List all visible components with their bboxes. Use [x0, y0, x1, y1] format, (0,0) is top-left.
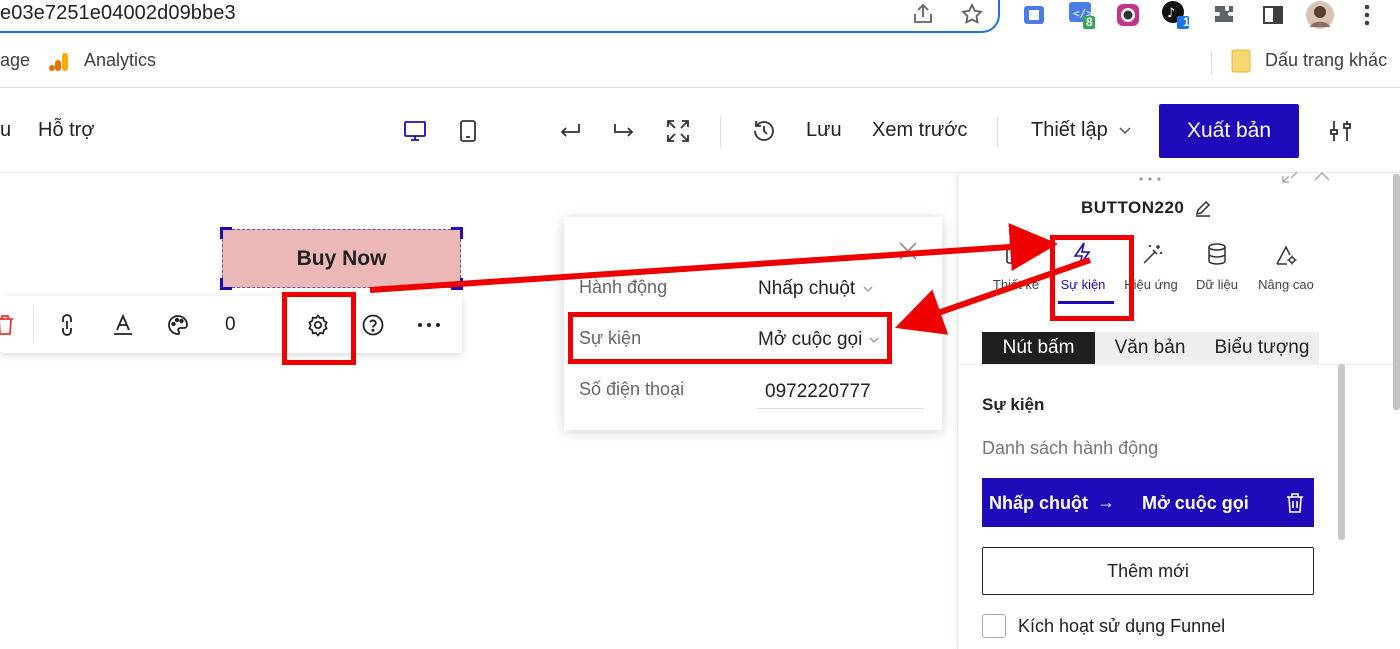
folder-icon: [1231, 49, 1251, 73]
redo-icon[interactable]: [610, 117, 638, 145]
tab-design[interactable]: Thiết kế: [986, 277, 1046, 292]
action-list-label: Danh sách hành động: [982, 438, 1159, 458]
settings-dropdown[interactable]: Thiết lập: [1031, 119, 1108, 142]
scrollbar-thumb[interactable]: [1338, 364, 1345, 540]
bookmarks-divider: [1211, 50, 1212, 74]
bookmark-star-icon[interactable]: [957, 0, 987, 29]
selection-handle[interactable]: [451, 278, 463, 290]
extension-color-icon[interactable]: [1113, 0, 1143, 30]
chevron-down-icon[interactable]: [863, 285, 873, 293]
url-text[interactable]: e03e7251e04002d09bbe3: [0, 2, 236, 25]
editor-header: u Hỗ trợ Lưu Xem trước Thiết lập Xuất bả…: [0, 89, 1400, 173]
action-list-item[interactable]: Nhấp chuột → Mở cuộc gọi: [982, 478, 1314, 527]
selection-handle[interactable]: [220, 227, 232, 239]
profile-avatar[interactable]: [1305, 0, 1335, 30]
extension-translate-icon[interactable]: [1019, 0, 1049, 30]
menu-item-support[interactable]: Hỗ trợ: [38, 119, 94, 142]
delete-icon[interactable]: [0, 310, 20, 340]
toolbar-divider: [33, 306, 34, 343]
toolbar-count: 0: [225, 314, 236, 335]
tab-data[interactable]: Dữ liệu: [1187, 277, 1247, 292]
text-style-icon[interactable]: [108, 310, 138, 340]
mobile-view-icon[interactable]: [454, 117, 482, 145]
annotation-tab-highlight: [1050, 235, 1134, 321]
advanced-settings-icon[interactable]: [1274, 243, 1298, 267]
preview-button[interactable]: Xem trước: [872, 119, 967, 142]
annotation-gear-highlight: [282, 292, 356, 365]
share-icon[interactable]: [908, 0, 938, 29]
analytics-icon: [48, 51, 70, 73]
header-divider: [997, 117, 998, 147]
add-new-button[interactable]: Thêm mới: [982, 547, 1314, 595]
more-options-icon[interactable]: [414, 310, 444, 340]
design-icon[interactable]: [1004, 244, 1026, 266]
history-icon[interactable]: [750, 117, 778, 145]
database-icon[interactable]: [1206, 242, 1228, 266]
extension-badge-count: 1: [1183, 15, 1190, 29]
section-divider: [958, 364, 1400, 365]
extension-badge-count: 8: [1086, 15, 1093, 29]
element-toolbar: 0: [0, 296, 462, 353]
publish-button[interactable]: Xuất bản: [1159, 104, 1299, 158]
action-label: Hành động: [579, 277, 668, 297]
help-icon[interactable]: [358, 310, 388, 340]
segment-icon[interactable]: Biểu tượng: [1205, 332, 1319, 364]
side-panel-icon[interactable]: [1258, 0, 1288, 30]
action-target: Mở cuộc gọi: [1142, 493, 1249, 513]
page-scrollbar[interactable]: [1393, 174, 1400, 410]
header-divider: [720, 117, 721, 147]
properties-panel: BUTTON220 Thiết kế Sự kiện Hiệu ứng Dữ l…: [957, 171, 1400, 649]
bookmark-other-folder[interactable]: Dấu trang khác: [1265, 50, 1387, 71]
fullscreen-icon[interactable]: [664, 117, 692, 145]
collapse-icon[interactable]: [1281, 170, 1299, 184]
puzzle-extensions-icon[interactable]: [1209, 0, 1239, 30]
funnel-label: Kích hoạt sử dụng Funnel: [1018, 616, 1226, 636]
trash-icon[interactable]: [1285, 492, 1305, 514]
link-icon[interactable]: [52, 310, 82, 340]
annotation-event-highlight: [568, 312, 892, 364]
arrow-right-icon: →: [1097, 492, 1115, 512]
phone-input-underline: [757, 408, 924, 409]
magic-wand-icon[interactable]: [1140, 243, 1164, 267]
svg-text:♪: ♪: [1167, 6, 1175, 21]
menu-item-partial[interactable]: u: [0, 119, 11, 142]
funnel-checkbox[interactable]: [982, 614, 1006, 638]
desktop-view-icon[interactable]: [401, 117, 429, 145]
bookmarks-bar: age Analytics Dấu trang khác: [0, 36, 1400, 88]
segment-button[interactable]: Nút bấm: [982, 332, 1095, 364]
edit-pencil-icon[interactable]: [1194, 199, 1212, 217]
bookmark-partial[interactable]: age: [0, 50, 30, 71]
phone-label: Số điện thoại: [579, 379, 685, 399]
chevron-down-icon[interactable]: [1118, 126, 1132, 136]
save-button[interactable]: Lưu: [806, 119, 842, 142]
undo-icon[interactable]: [556, 117, 584, 145]
action-trigger: Nhấp chuột: [989, 493, 1088, 513]
drag-handle-icon[interactable]: [1138, 176, 1162, 182]
adjust-sliders-icon[interactable]: [1327, 117, 1355, 145]
close-icon[interactable]: [898, 241, 918, 261]
close-icon[interactable]: [1314, 170, 1330, 184]
tab-advanced[interactable]: Nâng cao: [1251, 277, 1321, 292]
selection-handle[interactable]: [220, 278, 232, 290]
section-title: Sự kiện: [982, 395, 1045, 414]
palette-icon[interactable]: [163, 310, 193, 340]
address-bar[interactable]: e03e7251e04002d09bbe3: [0, 0, 1000, 33]
browser-menu-icon[interactable]: [1352, 0, 1382, 30]
bookmark-analytics[interactable]: Analytics: [84, 50, 156, 71]
phone-input[interactable]: 0972220777: [765, 381, 871, 403]
buy-now-button[interactable]: Buy Now: [222, 229, 461, 288]
segment-text[interactable]: Văn bản: [1095, 332, 1205, 364]
element-name: BUTTON220: [1081, 198, 1185, 217]
selection-handle[interactable]: [451, 227, 463, 239]
action-select[interactable]: Nhấp chuột: [758, 278, 855, 300]
